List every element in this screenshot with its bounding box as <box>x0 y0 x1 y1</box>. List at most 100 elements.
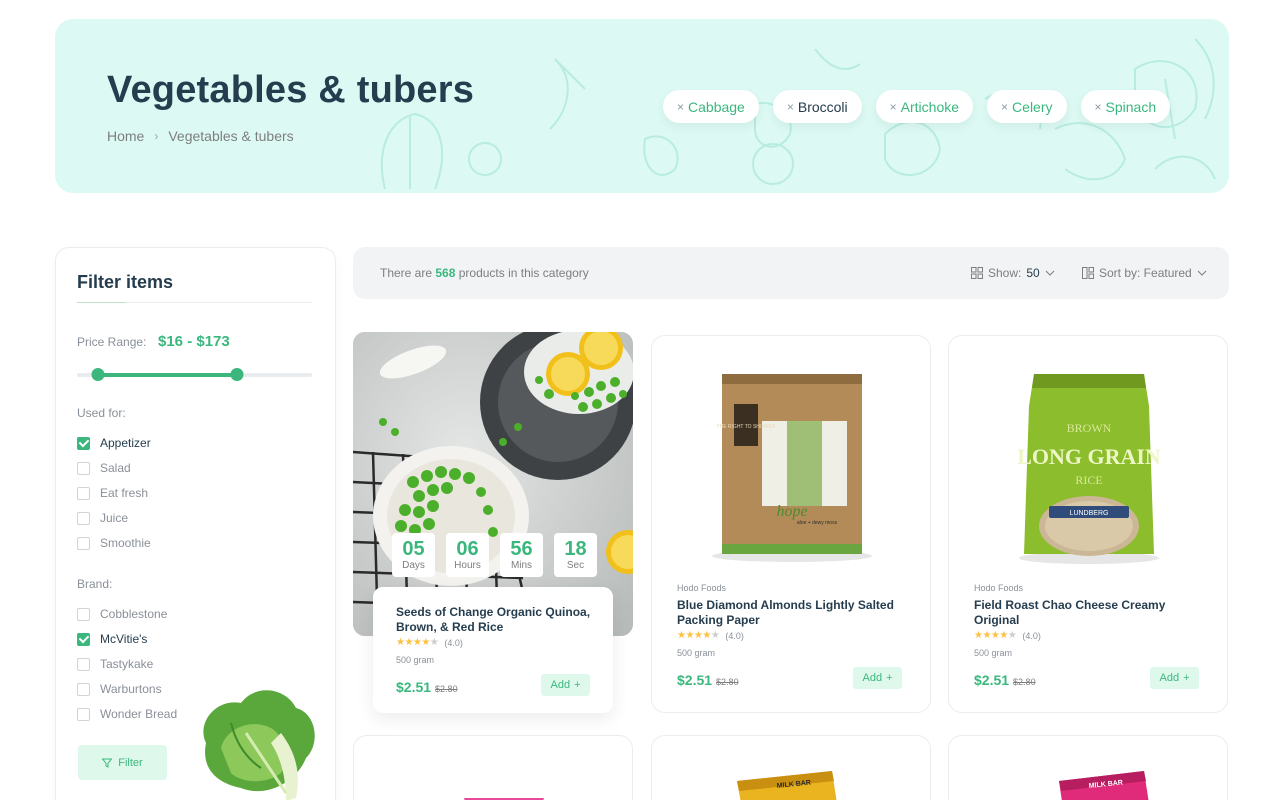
product-name[interactable]: Field Roast Chao Cheese Creamy Original <box>974 598 1204 628</box>
sort-by-dropdown[interactable]: Sort by: Featured <box>1082 266 1207 280</box>
plus-icon: + <box>886 672 893 684</box>
tag-label: Artichoke <box>900 98 960 115</box>
product-image: THE RIGHT TO SHOWER hope aloe + dewy mos… <box>712 374 872 562</box>
count-suffix: products in this category <box>455 266 589 280</box>
filter-button[interactable]: Filter <box>78 745 167 780</box>
add-label: Add <box>550 679 571 691</box>
product-rating: ★★★★★ (4.0) <box>396 637 463 648</box>
countdown-mins: 56 Mins <box>500 533 543 577</box>
deal-countdown: 05 Days 06 Hours 56 Mins 18 Sec <box>392 533 597 577</box>
page-title: Vegetables & tubers <box>107 69 475 111</box>
close-icon[interactable]: × <box>787 100 794 114</box>
close-icon[interactable]: × <box>1001 100 1008 114</box>
checkbox-juice[interactable]: Juice <box>77 511 128 525</box>
add-label: Add <box>862 672 883 684</box>
product-card[interactable]: BROWN LONG GRAIN RICE LUNDBERG Hodo Food… <box>948 335 1228 713</box>
add-to-cart-button[interactable]: Add + <box>853 667 902 689</box>
old-price: $2.80 <box>1013 677 1036 687</box>
product-rating: ★★★★★ (4.0) <box>974 630 1041 641</box>
checkbox-box[interactable] <box>77 536 90 550</box>
checkbox-label: Wonder Bread <box>100 707 178 721</box>
checkbox-eat-fresh[interactable]: Eat fresh <box>77 486 148 500</box>
tag-celery[interactable]: × Celery <box>987 90 1067 123</box>
countdown-unit: Days <box>402 560 425 571</box>
package-brand: hope <box>776 503 807 520</box>
countdown-unit: Sec <box>566 560 585 571</box>
close-icon[interactable]: × <box>677 100 684 114</box>
product-name[interactable]: Blue Diamond Almonds Lightly Salted Pack… <box>677 598 907 628</box>
product-card[interactable] <box>353 735 633 800</box>
star-rating-icon: ★★★★★ <box>974 630 1017 641</box>
checkbox-box[interactable] <box>77 707 90 721</box>
checkbox-box[interactable] <box>77 486 90 500</box>
package-sub: RICE <box>1075 473 1102 487</box>
checkbox-box[interactable] <box>77 682 90 696</box>
product-brand[interactable]: Hodo Foods <box>974 583 1023 593</box>
countdown-value: 56 <box>510 538 533 560</box>
checkbox-warburtons[interactable]: Warburtons <box>77 682 162 696</box>
price-max-handle[interactable] <box>230 368 244 381</box>
filter-sidebar: Filter items Price Range: $16 - $173 Use… <box>55 247 336 800</box>
checkbox-label: Eat fresh <box>100 486 149 500</box>
countdown-value: 18 <box>564 538 587 560</box>
breadcrumb-home-link[interactable]: Home <box>107 128 144 144</box>
current-price: $2.51 <box>677 672 713 688</box>
star-rating-icon: ★★★★★ <box>677 630 720 641</box>
checkbox-box[interactable] <box>77 657 90 671</box>
price-min-handle[interactable] <box>91 368 105 381</box>
countdown-unit: Hours <box>454 560 481 571</box>
filter-button-label: Filter <box>118 756 143 769</box>
plus-icon: + <box>574 679 581 691</box>
show-per-page-dropdown[interactable]: Show: 50 <box>971 266 1055 280</box>
close-icon[interactable]: × <box>1095 100 1102 114</box>
checkbox-box[interactable] <box>77 632 90 646</box>
current-price: $2.51 <box>396 679 432 695</box>
product-card[interactable]: MILK BAR <box>651 735 931 800</box>
price-range-label: Price Range: <box>77 335 147 349</box>
product-count: 568 <box>435 266 456 280</box>
checkbox-label: Tastykake <box>100 657 154 671</box>
chevron-down-icon <box>1045 270 1055 276</box>
product-name[interactable]: Seeds of Change Organic Quinoa, Brown, &… <box>396 605 596 635</box>
divider <box>77 302 312 303</box>
countdown-unit: Mins <box>510 560 533 571</box>
add-to-cart-button[interactable]: Add + <box>1150 667 1199 689</box>
used-for-label: Used for: <box>77 406 126 420</box>
checkbox-tastykake[interactable]: Tastykake <box>77 657 153 671</box>
checkbox-box[interactable] <box>77 607 90 621</box>
product-brand[interactable]: Hodo Foods <box>677 583 726 593</box>
tag-broccoli[interactable]: × Broccoli <box>772 90 862 123</box>
count-prefix: There are <box>380 266 436 280</box>
price-range-slider[interactable] <box>77 368 312 381</box>
category-hero: Vegetables & tubers Home › Vegetables & … <box>55 19 1229 193</box>
tag-artichoke[interactable]: × Artichoke <box>875 90 974 123</box>
checkbox-box[interactable] <box>77 461 90 475</box>
checkbox-smoothie[interactable]: Smoothie <box>77 536 151 550</box>
package-sub: aloe + dewy moss <box>797 520 838 526</box>
tag-spinach[interactable]: × Spinach <box>1080 90 1171 123</box>
add-to-cart-button[interactable]: Add + <box>541 674 590 696</box>
package-main: LONG GRAIN <box>1017 444 1161 469</box>
category-tag-list: × Cabbage × Broccoli × Artichoke × Celery × S… <box>663 90 1171 123</box>
tag-cabbage[interactable]: × Cabbage <box>663 90 759 123</box>
checkbox-mcvities[interactable]: McVitie's <box>77 632 147 646</box>
checkbox-salad[interactable]: Salad <box>77 461 131 475</box>
checkbox-cobblestone[interactable]: Cobblestone <box>77 607 167 621</box>
show-value: 50 <box>1026 266 1040 280</box>
sort-label: Sort by: Featured <box>1099 266 1192 280</box>
price-range-fill <box>98 373 237 377</box>
checkbox-wonder-bread[interactable]: Wonder Bread <box>77 707 177 721</box>
product-price: $2.51 $2.80 <box>396 679 458 695</box>
deal-product-info: Seeds of Change Organic Quinoa, Brown, &… <box>373 587 613 713</box>
checkbox-appetizer[interactable]: Appetizer <box>77 436 151 450</box>
checkbox-box[interactable] <box>77 436 90 450</box>
product-card[interactable]: THE RIGHT TO SHOWER hope aloe + dewy mos… <box>651 335 931 713</box>
countdown-days: 05 Days <box>392 533 435 577</box>
rating-value: (4.0) <box>725 630 744 641</box>
product-rating: ★★★★★ (4.0) <box>677 630 744 641</box>
product-weight: 500 gram <box>396 655 435 665</box>
product-card[interactable]: MILK BAR <box>948 735 1228 800</box>
close-icon[interactable]: × <box>890 100 897 114</box>
checkbox-box[interactable] <box>77 511 90 525</box>
package-brand: LUNDBERG <box>1070 510 1109 517</box>
